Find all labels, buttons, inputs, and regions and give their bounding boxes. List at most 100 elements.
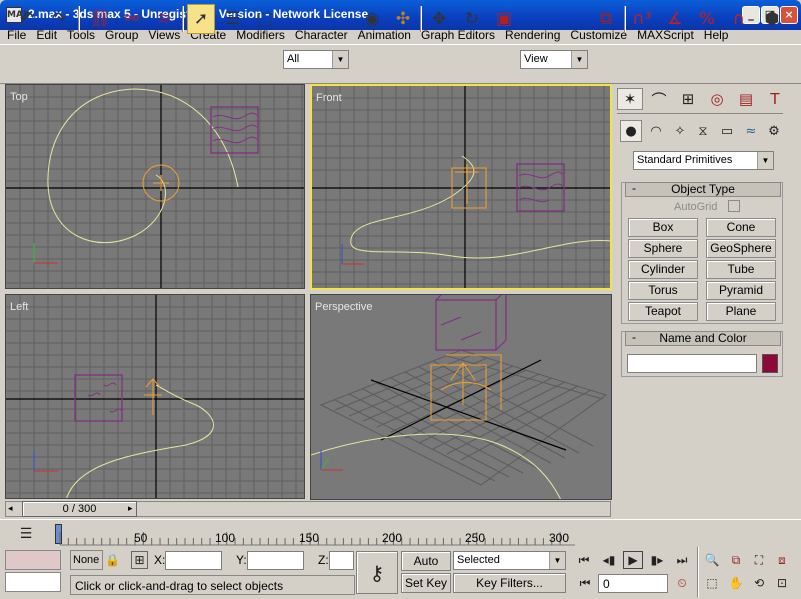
set-key-button[interactable]: Set Key: [401, 573, 451, 593]
undo-icon[interactable]: ↶: [13, 4, 41, 34]
viewport-perspective[interactable]: Perspective: [310, 294, 612, 500]
selection-filter-dropdown[interactable]: All ▼: [283, 50, 349, 69]
track-bar-icon[interactable]: ☰: [14, 524, 38, 544]
field-of-view-icon[interactable]: ⬚: [702, 574, 722, 592]
helpers-icon[interactable]: ▭: [716, 120, 738, 142]
viewport-label-top[interactable]: Top: [10, 91, 28, 103]
sphere-button[interactable]: Sphere: [628, 239, 698, 258]
systems-icon[interactable]: ⚙: [763, 120, 785, 142]
zoom-icon[interactable]: 🔍: [702, 551, 722, 569]
cone-button[interactable]: Cone: [706, 218, 776, 237]
select-by-name-icon[interactable]: ☰: [219, 4, 247, 34]
object-name-field[interactable]: [627, 354, 757, 373]
go-to-start-icon[interactable]: ⏮: [573, 551, 595, 569]
percent-snap-icon[interactable]: %: [693, 4, 721, 34]
x-coordinate-field[interactable]: [165, 551, 222, 570]
angle-snap-icon[interactable]: ∡: [661, 4, 689, 34]
key-mode-icon[interactable]: ⚷: [356, 551, 398, 594]
name-color-header[interactable]: - Name and Color: [625, 331, 781, 346]
auto-key-button[interactable]: Auto Key: [401, 551, 451, 586]
modify-tab-icon[interactable]: ⌒: [646, 88, 672, 110]
object-category-dropdown[interactable]: Standard Primitives ▼: [633, 151, 774, 170]
zoom-extents-icon[interactable]: ⛶: [749, 551, 769, 569]
rectangular-selection-icon[interactable]: ⬚: [251, 4, 279, 34]
cylinder-button[interactable]: Cylinder: [628, 260, 698, 279]
pyramid-button[interactable]: Pyramid: [706, 281, 776, 300]
object-type-header[interactable]: - Object Type: [625, 182, 781, 197]
key-mode-toggle-icon[interactable]: ⏮: [576, 574, 594, 592]
window-crossing-icon[interactable]: ◉: [358, 4, 386, 34]
select-manipulate-icon[interactable]: ✣: [389, 4, 417, 34]
geometry-icon[interactable]: ●: [620, 120, 642, 142]
redo-icon[interactable]: ↷: [45, 4, 73, 34]
use-pivot-icon[interactable]: ⧉: [592, 4, 620, 34]
autogrid-checkbox[interactable]: [728, 200, 740, 212]
tick-label-250: 250: [465, 531, 486, 545]
display-tab-icon[interactable]: ▤: [733, 88, 759, 110]
zoom-all-icon[interactable]: ⧉: [726, 551, 746, 569]
object-color-swatch[interactable]: [762, 354, 778, 373]
unlink-icon[interactable]: ⚯: [118, 4, 146, 34]
key-filters-button[interactable]: Key Filters...: [453, 573, 566, 593]
current-frame-field[interactable]: 0: [598, 574, 668, 593]
next-frame-icon[interactable]: ▮▸: [646, 551, 668, 569]
viewport-label-perspective[interactable]: Perspective: [315, 301, 372, 313]
pan-icon[interactable]: ✋: [726, 574, 746, 592]
hierarchy-tab-icon[interactable]: ⊞: [675, 88, 701, 110]
top-viewport-scene: [6, 85, 304, 288]
maxscript-input-mini[interactable]: [5, 572, 61, 592]
arc-rotate-icon[interactable]: ⟲: [749, 574, 769, 592]
menu-character[interactable]: Character: [290, 28, 353, 42]
tube-button[interactable]: Tube: [706, 260, 776, 279]
viewport-front[interactable]: Front: [310, 84, 612, 290]
lights-icon[interactable]: ✧: [669, 120, 691, 142]
geosphere-button[interactable]: GeoSphere: [706, 239, 776, 258]
viewport-left[interactable]: Left: [5, 294, 305, 499]
create-tab-icon[interactable]: ✶: [617, 88, 643, 110]
viewport-top[interactable]: Top: [5, 84, 305, 289]
y-coordinate-field[interactable]: [247, 551, 304, 570]
motion-tab-icon[interactable]: ◎: [704, 88, 730, 110]
select-scale-icon[interactable]: ▣: [490, 4, 518, 34]
lock-icon[interactable]: 🔒: [104, 550, 121, 570]
selection-filter-value: All: [287, 53, 300, 65]
viewport-label-front[interactable]: Front: [316, 92, 342, 104]
previous-frame-icon[interactable]: ◂▮: [598, 551, 620, 569]
utilities-tab-icon[interactable]: T: [762, 88, 788, 110]
spinner-snap-icon[interactable]: ∩: [725, 4, 753, 34]
snap-3d-icon[interactable]: ∩³: [628, 4, 656, 34]
object-category-value: Standard Primitives: [637, 154, 733, 166]
time-slider-thumb[interactable]: 0 / 300: [22, 501, 137, 517]
teapot-button[interactable]: Teapot: [628, 302, 698, 321]
reference-coordinate-dropdown[interactable]: View ▼: [520, 50, 588, 69]
space-warps-icon[interactable]: ≈: [740, 120, 762, 142]
slider-right-arrow-icon[interactable]: ▸: [128, 503, 133, 514]
tick-label-200: 200: [382, 531, 403, 545]
zoom-extents-all-icon[interactable]: ⧈: [772, 551, 792, 569]
select-rotate-icon[interactable]: ↻: [458, 4, 486, 34]
torus-button[interactable]: Torus: [628, 281, 698, 300]
material-editor-icon[interactable]: ⬢: [758, 4, 786, 34]
chevron-down-icon: ▼: [757, 152, 773, 169]
go-to-end-icon[interactable]: ⏭: [671, 551, 693, 569]
viewport-label-left[interactable]: Left: [10, 301, 28, 313]
maxscript-listener-mini[interactable]: [5, 550, 61, 570]
key-filter-dropdown[interactable]: Selected ▼: [453, 551, 566, 570]
reference-coordinate-value: View: [524, 53, 548, 65]
absolute-mode-icon[interactable]: ⊞: [131, 551, 148, 569]
select-move-icon[interactable]: ✥: [425, 4, 453, 34]
shapes-icon[interactable]: ◠: [645, 120, 667, 142]
select-object-icon[interactable]: ➚: [187, 4, 215, 34]
x-label: X:: [154, 553, 166, 567]
maximize-viewport-icon[interactable]: ⊡: [772, 574, 792, 592]
plane-button[interactable]: Plane: [706, 302, 776, 321]
box-button[interactable]: Box: [628, 218, 698, 237]
bind-space-warp-icon[interactable]: ≋: [150, 4, 178, 34]
z-coordinate-field[interactable]: [329, 551, 354, 570]
tick-label-100: 100: [215, 531, 236, 545]
slider-left-arrow-icon[interactable]: ◂: [8, 503, 13, 514]
time-configuration-icon[interactable]: ⏲: [672, 574, 692, 592]
play-icon[interactable]: ▶: [623, 551, 643, 569]
select-and-link-icon[interactable]: ⛓: [86, 4, 114, 34]
cameras-icon[interactable]: ⧖: [692, 120, 714, 142]
